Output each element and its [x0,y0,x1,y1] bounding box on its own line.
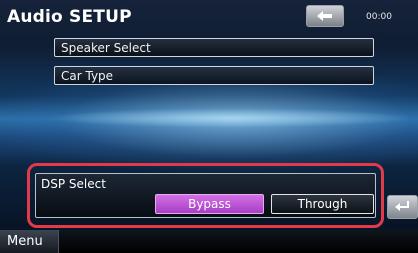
speaker-select-button[interactable]: Speaker Select [54,38,374,57]
dsp-select-panel: DSP Select Bypass Through [35,173,376,218]
background-sheen [0,96,418,136]
bypass-button[interactable]: Bypass [155,194,264,214]
bottom-bar [0,230,418,253]
return-icon [395,201,409,211]
page-title: Audio SETUP [7,7,132,27]
menu-label: Menu [7,234,43,249]
car-type-button[interactable]: Car Type [54,66,374,85]
car-type-label: Car Type [61,69,114,83]
through-button[interactable]: Through [271,194,374,214]
dsp-select-highlight: DSP Select Bypass Through [27,163,384,228]
back-arrow-icon [317,11,332,21]
speaker-select-label: Speaker Select [61,41,151,55]
return-button[interactable] [387,195,418,219]
back-button[interactable] [306,5,344,27]
clock: 00:00 [366,12,392,22]
audio-setup-screen: Audio SETUP 00:00 Speaker Select Car Typ… [0,0,418,253]
menu-button[interactable]: Menu [0,230,59,253]
dsp-select-label: DSP Select [41,177,106,191]
